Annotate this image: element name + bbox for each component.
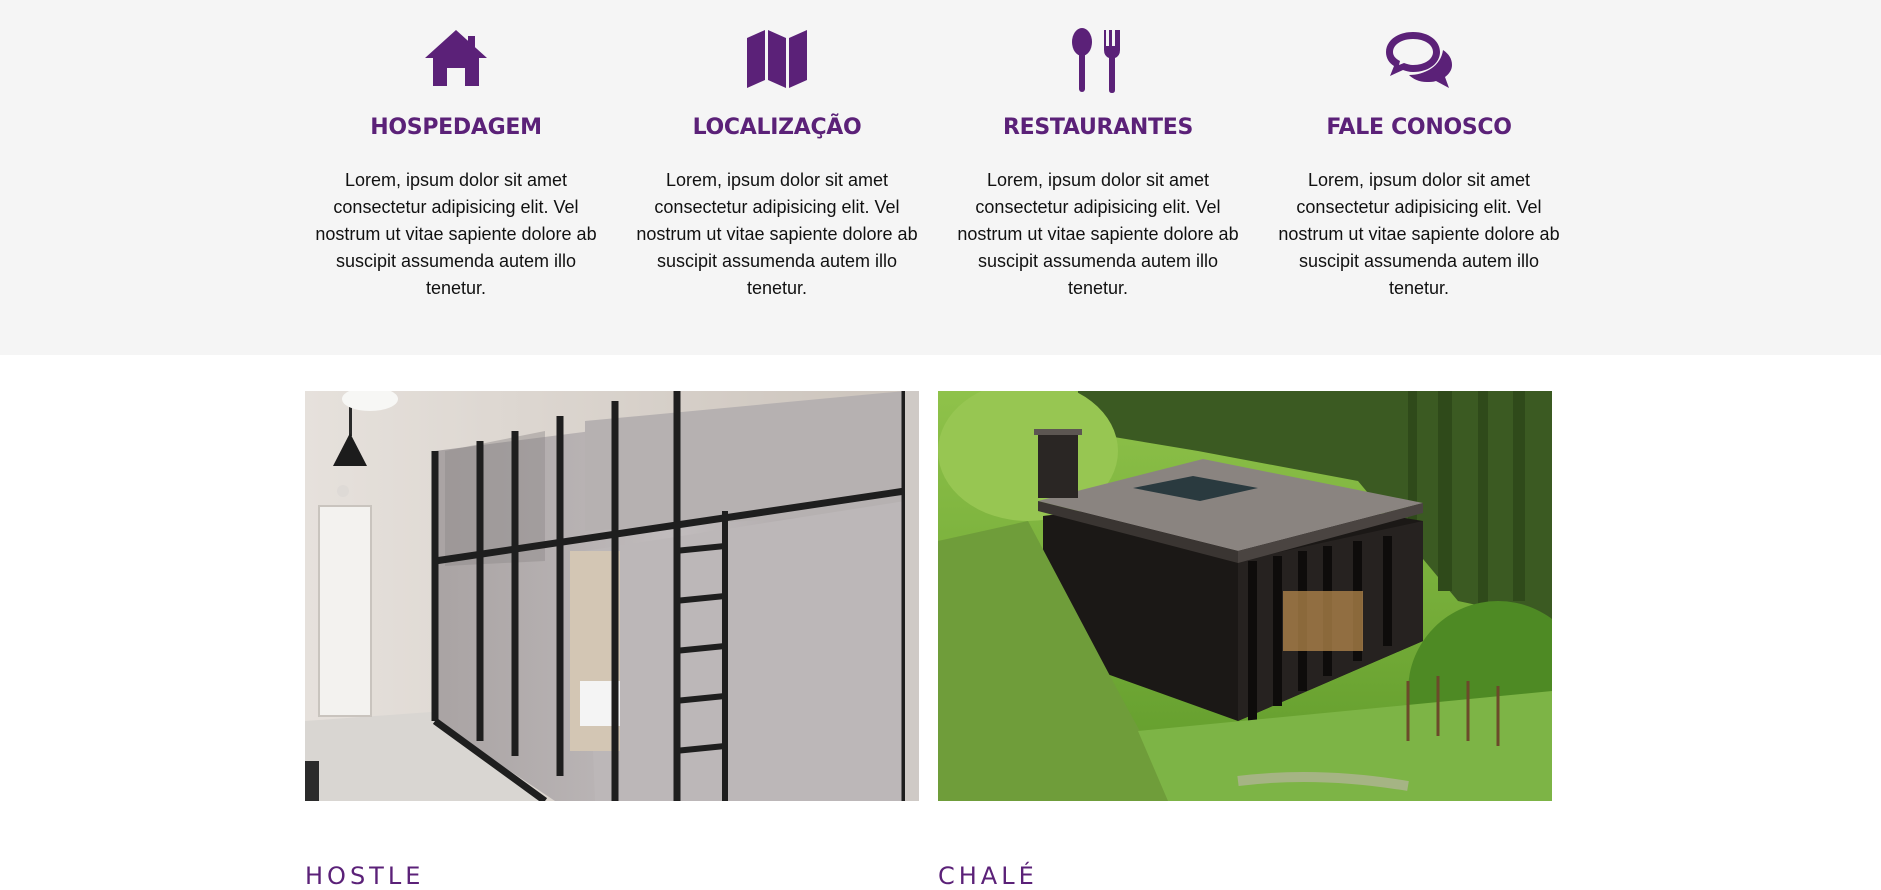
feature-text: Lorem, ipsum dolor sit amet consectetur … — [315, 170, 597, 298]
feature-text: Lorem, ipsum dolor sit amet consectetur … — [636, 170, 918, 298]
card-title[interactable]: HOSTLE — [305, 862, 424, 890]
features-section: HOSPEDAGEM Lorem, ipsum dolor sit amet c… — [0, 0, 1881, 355]
feature-title: FALE CONOSCO — [1326, 115, 1512, 140]
feature-text: Lorem, ipsum dolor sit amet consectetur … — [957, 170, 1239, 298]
feature-text: Lorem, ipsum dolor sit amet consectetur … — [1278, 170, 1560, 298]
house-icon — [311, 28, 601, 96]
chat-bubbles-icon — [1274, 28, 1564, 96]
hostel-bunk-beds-photo[interactable] — [305, 391, 919, 801]
feature-title: LOCALIZAÇÃO — [692, 115, 862, 140]
map-icon — [632, 28, 922, 96]
utensils-icon — [953, 28, 1243, 96]
feature-title: RESTAURANTES — [1003, 115, 1193, 140]
card-title[interactable]: CHALÉ — [938, 862, 1038, 890]
feature-title: HOSPEDAGEM — [370, 115, 542, 140]
chalet-in-forest-photo[interactable] — [938, 391, 1552, 801]
accommodation-cards: HOSTLE CHALÉ — [0, 355, 1881, 890]
